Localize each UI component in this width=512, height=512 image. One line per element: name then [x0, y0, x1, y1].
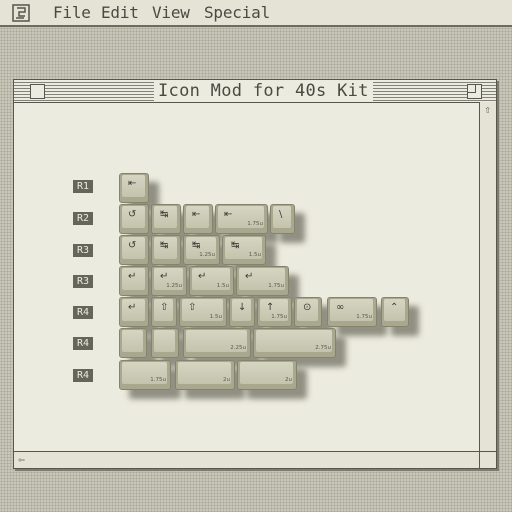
keycap: 1.75u — [119, 360, 171, 390]
keycap: ⊙ — [294, 297, 322, 327]
key-size: 1.75u — [356, 314, 372, 320]
key-size: 1.75u — [268, 283, 284, 289]
close-box-icon[interactable] — [30, 84, 45, 99]
row-label-r1: R1 — [73, 180, 93, 193]
keycap: ↵ — [119, 297, 149, 327]
keycap: ↺ — [119, 204, 149, 234]
key-legend: ↹ — [231, 240, 240, 251]
row-label-r4c: R4 — [73, 369, 93, 382]
key-legend: ⇧ — [160, 302, 169, 313]
keycap: ⌃ — [381, 297, 409, 327]
keycap: ∞ 1.75u — [327, 297, 377, 327]
key-size: 1.75u — [271, 314, 287, 320]
key-legend: ⇤ — [224, 209, 233, 220]
window-title: Icon Mod for 40s Kit — [154, 82, 373, 101]
key-legend: ↵ — [128, 302, 137, 313]
keycap: ↑ 1.75u — [257, 297, 292, 327]
keycap: ↵ 1.75u — [236, 266, 289, 296]
key-legend: ∞ — [336, 302, 345, 313]
key-size: 1.5u — [248, 252, 261, 258]
key-legend: ↵ — [245, 271, 254, 282]
key-legend: ⊙ — [303, 302, 312, 313]
keycap: ⇤ 1.75u — [215, 204, 268, 234]
key-legend: ↑ — [266, 302, 275, 313]
row-label-r4b: R4 — [73, 337, 93, 350]
key-size: 1.75u — [150, 377, 166, 383]
keycap: ⇧ 1.5u — [179, 297, 227, 327]
keycap: ↵ 1.5u — [189, 266, 234, 296]
key-size: 2u — [285, 377, 292, 383]
row-label-r3b: R3 — [73, 275, 93, 288]
zoom-box-icon[interactable] — [467, 84, 482, 99]
keycap: 2u — [175, 360, 235, 390]
key-size: 2u — [223, 377, 230, 383]
menu-file[interactable]: File — [53, 4, 91, 22]
keycap: \ — [270, 204, 295, 234]
key-legend: ↹ — [160, 209, 169, 220]
key-legend: ⇧ — [188, 302, 197, 313]
key-size: 1.25u — [166, 283, 182, 289]
keycap: ↹ 1.5u — [222, 235, 266, 265]
key-size: 1.5u — [216, 283, 229, 289]
keycap: 2.25u — [183, 328, 251, 358]
key-size: 2.75u — [315, 345, 331, 351]
key-legend: ↓ — [238, 302, 247, 313]
keycap — [119, 328, 147, 358]
apple-menu-icon[interactable] — [12, 4, 30, 22]
row-label-r2: R2 — [73, 212, 93, 225]
key-legend: ↹ — [160, 240, 169, 251]
keycap: ↓ — [229, 297, 255, 327]
key-legend: ↹ — [192, 240, 201, 251]
keycap: ⇧ — [151, 297, 177, 327]
keycap — [151, 328, 179, 358]
row-label-r4a: R4 — [73, 306, 93, 319]
key-legend: ↵ — [128, 271, 137, 282]
key-legend: ⇤ — [128, 178, 137, 189]
menu-bar: File Edit View Special — [0, 0, 512, 27]
menu-edit[interactable]: Edit — [101, 4, 139, 22]
keycap: ↵ — [119, 266, 149, 296]
key-size: 1.5u — [209, 314, 222, 320]
keycap: ⇤ — [119, 173, 149, 203]
scroll-up-icon[interactable]: ⇧ — [480, 102, 495, 117]
grow-box-icon[interactable] — [479, 451, 496, 468]
vertical-scrollbar[interactable]: ⇧ — [479, 102, 496, 451]
keycap: ↹ — [151, 204, 181, 234]
key-size: 1.75u — [247, 221, 263, 227]
keycap: 2u — [237, 360, 297, 390]
key-legend: ↵ — [160, 271, 169, 282]
scroll-left-icon[interactable]: ⇦ — [14, 452, 29, 467]
key-legend: \ — [279, 209, 283, 220]
window-title-bar[interactable]: Icon Mod for 40s Kit — [14, 80, 496, 103]
key-legend: ↺ — [128, 240, 137, 251]
menu-view[interactable]: View — [152, 4, 190, 22]
keycap: ↹ 1.25u — [183, 235, 220, 265]
key-legend: ↺ — [128, 209, 137, 220]
keycap: ↹ — [151, 235, 181, 265]
keycap: ↵ 1.25u — [151, 266, 187, 296]
key-size: 1.25u — [199, 252, 215, 258]
row-label-r3a: R3 — [73, 244, 93, 257]
key-legend: ⌃ — [390, 302, 399, 313]
key-legend: ⇤ — [192, 209, 201, 220]
horizontal-scrollbar[interactable]: ⇦ — [14, 451, 480, 468]
keycap: ⇤ — [183, 204, 213, 234]
key-legend: ↵ — [198, 271, 207, 282]
menu-special[interactable]: Special — [204, 4, 270, 22]
key-size: 2.25u — [230, 345, 246, 351]
keycap: ↺ — [119, 235, 149, 265]
keycap: 2.75u — [253, 328, 336, 358]
